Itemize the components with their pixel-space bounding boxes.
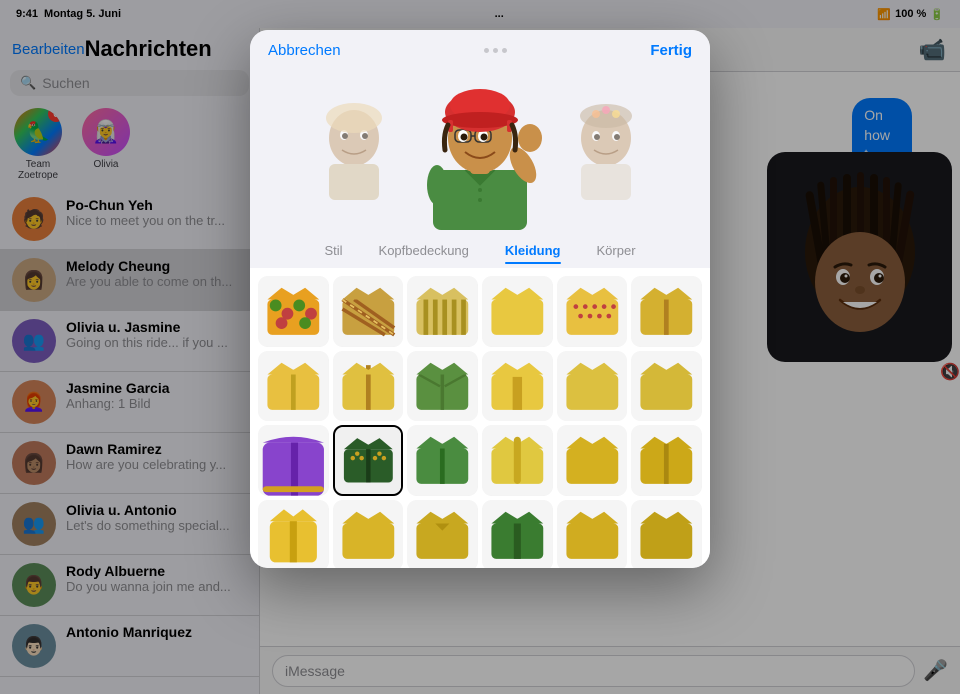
clothing-item-7[interactable] <box>333 351 404 422</box>
tab-kopfbedeckung[interactable]: Kopfbedeckung <box>361 237 487 264</box>
clothing-item-12[interactable] <box>258 425 329 496</box>
clothing-item-0[interactable] <box>258 276 329 347</box>
dot-3 <box>502 48 507 53</box>
clothing-item-20[interactable] <box>407 500 478 568</box>
done-button[interactable]: Fertig <box>650 42 692 59</box>
clothing-item-2[interactable] <box>407 276 478 347</box>
clothing-item-8[interactable] <box>407 351 478 422</box>
dot-2 <box>493 48 498 53</box>
memoji-preview-row <box>250 67 710 237</box>
clothing-item-3[interactable] <box>482 276 553 347</box>
memoji-center-preview <box>415 75 545 225</box>
progress-dots <box>484 48 507 53</box>
clothing-item-22[interactable] <box>557 500 628 568</box>
tab-kleidung[interactable]: Kleidung <box>487 237 579 264</box>
clothing-item-16[interactable] <box>557 425 628 496</box>
memoji-editor-modal: Abbrechen Fertig <box>250 30 710 568</box>
clothing-item-5[interactable] <box>631 276 702 347</box>
clothing-item-15[interactable] <box>482 425 553 496</box>
memoji-right-preview <box>561 95 651 205</box>
cancel-button[interactable]: Abbrechen <box>268 42 341 59</box>
clothing-item-19[interactable] <box>333 500 404 568</box>
dot-1 <box>484 48 489 53</box>
clothing-item-23[interactable] <box>631 500 702 568</box>
category-tabs: Stil Kopfbedeckung Kleidung Körper <box>250 237 710 268</box>
clothing-item-9[interactable] <box>482 351 553 422</box>
tab-koerper[interactable]: Körper <box>579 237 654 264</box>
memoji-left-preview <box>309 95 399 205</box>
modal-header: Abbrechen Fertig <box>250 30 710 67</box>
clothing-item-13[interactable] <box>333 425 404 496</box>
clothing-item-14[interactable] <box>407 425 478 496</box>
clothing-item-17[interactable] <box>631 425 702 496</box>
clothing-item-11[interactable] <box>631 351 702 422</box>
clothing-item-10[interactable] <box>557 351 628 422</box>
clothing-item-4[interactable] <box>557 276 628 347</box>
clothing-item-21[interactable] <box>482 500 553 568</box>
clothing-item-18[interactable] <box>258 500 329 568</box>
tab-stil[interactable]: Stil <box>306 237 360 264</box>
modal-overlay: Abbrechen Fertig <box>0 0 960 694</box>
clothing-item-1[interactable] <box>333 276 404 347</box>
clothing-item-6[interactable] <box>258 351 329 422</box>
clothing-grid <box>250 268 710 568</box>
